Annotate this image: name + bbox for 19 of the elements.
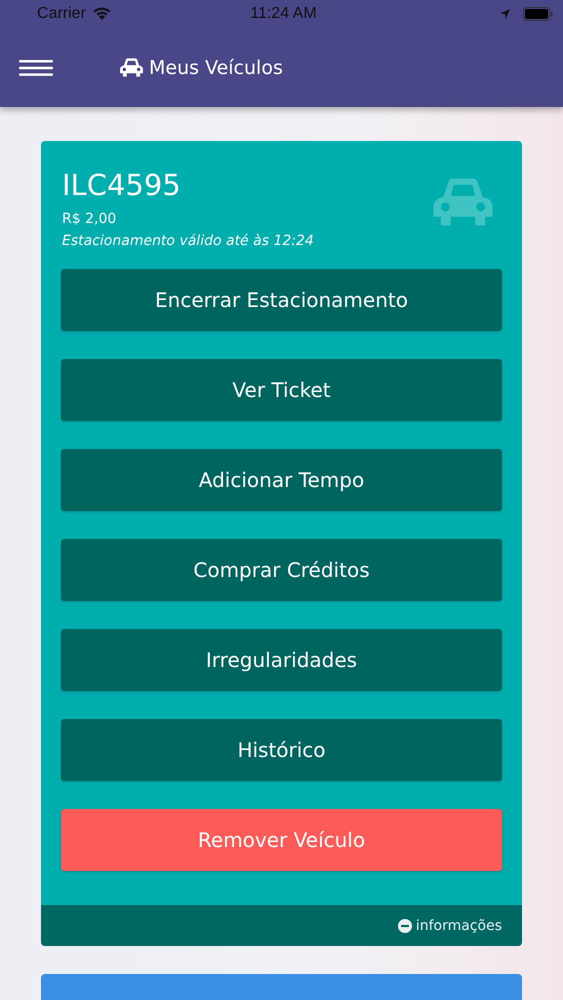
info-link[interactable]: informações — [398, 918, 502, 934]
parking-price: R$ 2,00 — [62, 211, 118, 227]
action-button[interactable]: Irregularidades — [61, 629, 502, 691]
location-arrow-icon — [499, 8, 511, 20]
wifi-icon — [92, 7, 112, 21]
status-time: 11:24 AM — [250, 5, 317, 23]
action-button[interactable]: Comprar Créditos — [61, 539, 502, 601]
action-button[interactable]: Encerrar Estacionamento — [61, 269, 502, 331]
carrier-name: Carrier — [37, 5, 86, 23]
car-icon — [119, 57, 144, 78]
menu-button[interactable] — [19, 58, 53, 76]
license-plate: ILC4595 — [62, 167, 182, 203]
action-button[interactable]: Adicionar Tempo — [61, 449, 502, 511]
battery-icon — [523, 7, 553, 21]
validity-text: Estacionamento válido até às 12:24 — [62, 233, 314, 249]
page-title: Meus Veículos — [149, 56, 283, 78]
minus-circle-icon — [398, 918, 412, 932]
action-button[interactable]: Ver Ticket — [61, 359, 502, 421]
action-button[interactable]: Histórico — [61, 719, 502, 781]
